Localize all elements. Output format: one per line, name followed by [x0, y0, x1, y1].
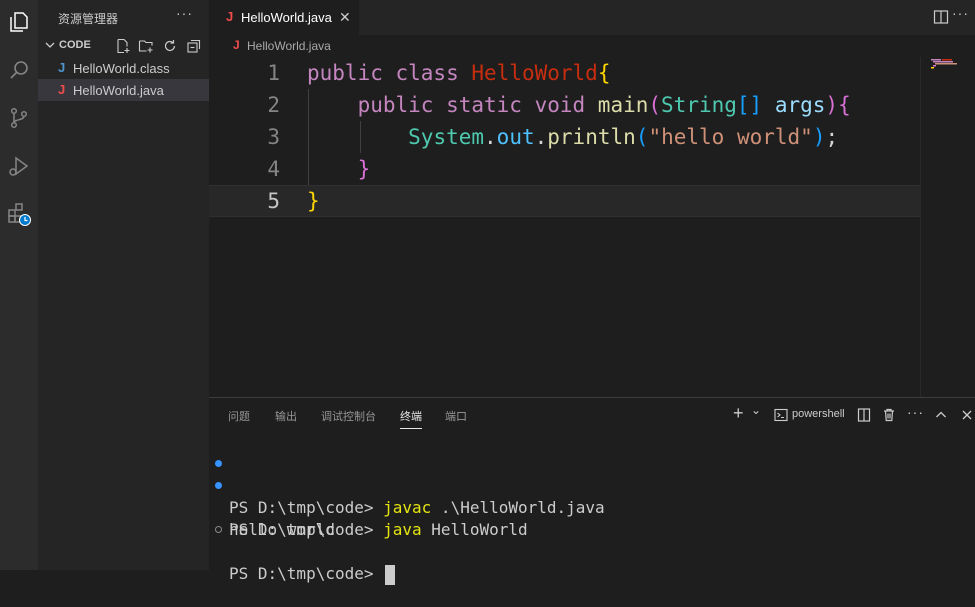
- tab-label: HelloWorld.java: [241, 10, 332, 25]
- folder-header[interactable]: CODE: [38, 35, 209, 57]
- editor-more-button[interactable]: ···: [952, 5, 969, 21]
- close-icon[interactable]: ✕: [339, 9, 351, 26]
- new-file-icon[interactable]: [115, 38, 131, 54]
- sidebar-title: 资源管理器: [58, 12, 119, 26]
- breadcrumb-file[interactable]: HelloWorld.java: [247, 39, 331, 53]
- panel-more-button[interactable]: ···: [907, 404, 924, 420]
- line-number: 2: [267, 93, 280, 117]
- explorer-icon[interactable]: [3, 6, 35, 38]
- trash-icon[interactable]: [882, 408, 896, 422]
- java-file-icon: J: [226, 9, 234, 24]
- code-line: 1 public class HelloWorld{: [209, 57, 920, 89]
- tab-helloworld-java[interactable]: J HelloWorld.java ✕: [209, 0, 359, 35]
- new-folder-icon[interactable]: [138, 38, 154, 54]
- code-line: 4 }: [209, 153, 920, 185]
- java-file-icon: J: [58, 82, 66, 97]
- line-number: 5: [267, 189, 280, 213]
- minimap[interactable]: [920, 57, 975, 397]
- terminal-cursor: [385, 564, 396, 585]
- line-number: 4: [267, 157, 280, 181]
- command-success-icon: [215, 482, 222, 489]
- tab-terminal[interactable]: 终端: [400, 408, 422, 429]
- line-number: 3: [267, 125, 280, 149]
- source-control-icon[interactable]: [3, 102, 35, 134]
- line-number: 1: [267, 61, 280, 85]
- bottom-panel: 问题 输出 调试控制台 终端 端口 + ⌄ powershell ··· PS …: [209, 397, 975, 585]
- sidebar-more-button[interactable]: ···: [176, 5, 193, 21]
- search-icon[interactable]: [3, 54, 35, 86]
- terminal-line: PS D:\tmp\code>: [209, 519, 396, 585]
- editor-tab-bar: J HelloWorld.java ✕ ···: [209, 0, 975, 35]
- breadcrumb: J HelloWorld.java: [209, 35, 975, 57]
- chevron-down-icon[interactable]: ⌄: [751, 403, 761, 417]
- split-terminal-icon[interactable]: [857, 408, 871, 422]
- file-label: HelloWorld.class: [73, 61, 170, 76]
- java-file-icon: J: [58, 60, 66, 75]
- new-terminal-button[interactable]: +: [733, 403, 744, 424]
- close-panel-icon[interactable]: [960, 408, 974, 422]
- chevron-down-icon: [45, 42, 55, 48]
- refresh-icon[interactable]: [162, 38, 178, 54]
- command-success-icon: [215, 460, 222, 467]
- file-item-java[interactable]: J HelloWorld.java: [38, 79, 209, 101]
- maximize-panel-icon[interactable]: [934, 408, 948, 422]
- file-label: HelloWorld.java: [73, 83, 164, 98]
- tab-ports[interactable]: 端口: [445, 408, 467, 424]
- terminal-line: hello world: [229, 520, 335, 539]
- java-file-icon: J: [233, 38, 240, 52]
- code-line: 2 public static void main(String[] args)…: [209, 89, 920, 121]
- split-editor-icon[interactable]: [933, 9, 949, 25]
- code-line: 5 }: [209, 185, 920, 217]
- code-line: 3 System.out.println("hello world");: [209, 121, 920, 153]
- tab-debug-console[interactable]: 调试控制台: [321, 408, 376, 424]
- explorer-sidebar: 资源管理器 ··· CODE J HelloWorld.class J Hell…: [38, 0, 209, 570]
- collapse-all-icon[interactable]: [186, 38, 202, 54]
- terminal-line: PS D:\tmp\code> javac .\HelloWorld.java: [209, 453, 605, 517]
- shell-name[interactable]: powershell: [792, 408, 845, 420]
- terminal-icon: [774, 408, 788, 422]
- command-pending-icon: [215, 526, 222, 533]
- extensions-icon[interactable]: [3, 198, 35, 230]
- file-item-class[interactable]: J HelloWorld.class: [38, 57, 209, 79]
- code-editor[interactable]: 1 public class HelloWorld{ 2 public stat…: [209, 57, 920, 397]
- run-debug-icon[interactable]: [3, 150, 35, 182]
- activity-bar: [0, 0, 38, 570]
- tab-problems[interactable]: 问题: [228, 408, 250, 424]
- minimap-preview: [931, 59, 957, 69]
- terminal-line: PS D:\tmp\code> java HelloWorld: [209, 475, 528, 539]
- folder-label: CODE: [59, 39, 91, 51]
- tab-output[interactable]: 输出: [275, 408, 297, 424]
